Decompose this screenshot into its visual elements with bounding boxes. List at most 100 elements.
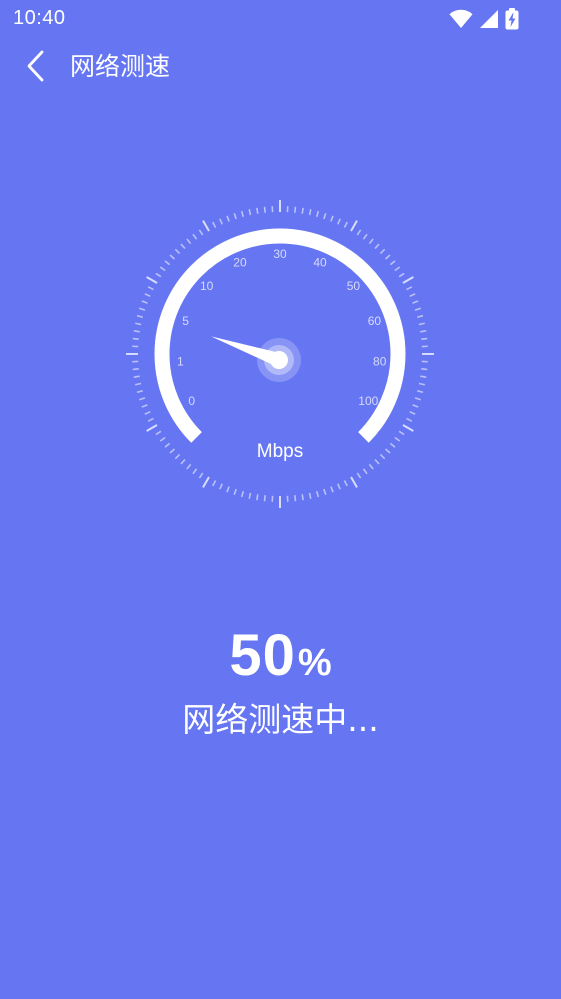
gauge-tick <box>412 404 419 408</box>
gauge-tick <box>133 375 140 378</box>
gauge-tick-label: 60 <box>368 314 382 328</box>
gauge-tick <box>226 215 230 222</box>
status-bar: 10:40 <box>0 0 561 38</box>
gauge-tick <box>330 486 334 493</box>
gauge-tick <box>418 382 425 386</box>
gauge-tick-label: 80 <box>373 355 387 369</box>
gauge-tick-label: 0 <box>188 394 195 408</box>
gauge-tick <box>263 206 266 213</box>
gauge-tick <box>384 254 391 260</box>
gauge-tick <box>389 260 396 266</box>
gauge-tick-label: 100 <box>358 394 378 408</box>
gauge-tick <box>356 472 362 479</box>
gauge-tick <box>389 442 396 448</box>
gauge-tick-label: 50 <box>347 279 361 293</box>
gauge-tick <box>350 220 358 232</box>
gauge-tick <box>159 436 166 442</box>
gauge-tick <box>186 463 192 470</box>
gauge-tick <box>412 300 419 304</box>
gauge-tick <box>416 314 424 319</box>
gauge-tick <box>132 368 139 371</box>
gauge-tick <box>198 229 204 236</box>
gauge-tick <box>323 488 327 496</box>
gauge-tick <box>136 314 144 319</box>
gauge-tick <box>337 483 341 490</box>
gauge-tick <box>402 276 414 284</box>
gauge-tick <box>202 476 210 488</box>
gauge-tick <box>343 480 348 487</box>
gauge-tick <box>147 417 154 422</box>
gauge-tick <box>212 480 217 487</box>
gauge-tick <box>368 238 374 245</box>
gauge-tick <box>248 209 252 216</box>
progress-value: 50 <box>229 623 296 688</box>
gauge-tick <box>144 293 151 297</box>
gauge-tick <box>379 248 386 255</box>
gauge-tick <box>406 417 413 422</box>
gauge-tick <box>374 458 380 465</box>
gauge-tick <box>138 307 146 311</box>
gauge-tick <box>398 272 405 278</box>
gauge-svg: 0 1 5 10 20 30 40 50 60 80 100 Mbps <box>126 200 434 508</box>
gauge-tick <box>421 368 428 371</box>
gauge-tick <box>368 463 374 470</box>
gauge-tick <box>420 330 427 333</box>
gauge-tick <box>414 397 422 401</box>
gauge-tick-label: 40 <box>313 255 327 269</box>
gauge-tick <box>164 442 171 448</box>
gauge-tick <box>330 215 334 222</box>
gauge-tick <box>398 430 405 436</box>
gauge-tick <box>350 476 358 488</box>
gauge-tick <box>233 212 237 220</box>
signal-icon <box>479 9 499 29</box>
gauge-tick <box>169 448 176 454</box>
gauge-tick <box>226 486 230 493</box>
chevron-left-icon <box>26 50 46 86</box>
gauge-tick <box>263 495 266 502</box>
gauge-tick <box>135 322 142 326</box>
gauge-tick <box>315 490 320 498</box>
gauge-tick <box>186 238 192 245</box>
gauge-tick <box>141 300 148 304</box>
gauge-tick <box>136 389 144 394</box>
gauge-tick <box>409 411 416 415</box>
gauge-tick-label: 20 <box>233 255 247 269</box>
status-time: 10:40 <box>13 7 66 29</box>
gauge-tick <box>294 495 297 502</box>
gauge-tick <box>248 492 252 499</box>
gauge-tick <box>180 243 186 250</box>
gauge-tick <box>169 254 176 260</box>
gauge-tick <box>294 206 297 213</box>
back-button[interactable] <box>18 48 54 88</box>
gauge-tick <box>174 248 181 255</box>
gauge-tick <box>198 472 204 479</box>
gauge-tick <box>180 458 186 465</box>
gauge-tick <box>384 448 391 454</box>
gauge-tick <box>416 389 424 394</box>
gauge-tick <box>315 210 320 218</box>
gauge-tick-label: 1 <box>177 355 184 369</box>
gauge-tick <box>219 483 223 490</box>
gauge-tick <box>135 382 142 386</box>
gauge-tick <box>420 375 427 378</box>
status-icons <box>449 8 499 30</box>
gauge-tick <box>406 286 413 291</box>
speed-gauge: 0 1 5 10 20 30 40 50 60 80 100 Mbps <box>121 196 441 516</box>
gauge-tick <box>174 453 181 460</box>
gauge-tick <box>343 221 348 228</box>
gauge-tick <box>240 210 245 218</box>
progress-percent-sign: % <box>297 642 332 684</box>
gauge-tick <box>138 397 146 401</box>
gauge-tick <box>192 468 198 475</box>
gauge-tick-label: 30 <box>273 247 287 261</box>
gauge-tick <box>421 337 428 340</box>
gauge-tick <box>192 233 198 240</box>
gauge-tick <box>164 260 171 266</box>
gauge-tick <box>147 286 154 291</box>
gauge-tick <box>146 424 158 432</box>
gauge-tick <box>146 276 158 284</box>
gauge-tick <box>240 490 245 498</box>
gauge-tick <box>256 494 259 501</box>
wifi-icon <box>449 9 473 29</box>
gauge-tick <box>141 404 148 408</box>
